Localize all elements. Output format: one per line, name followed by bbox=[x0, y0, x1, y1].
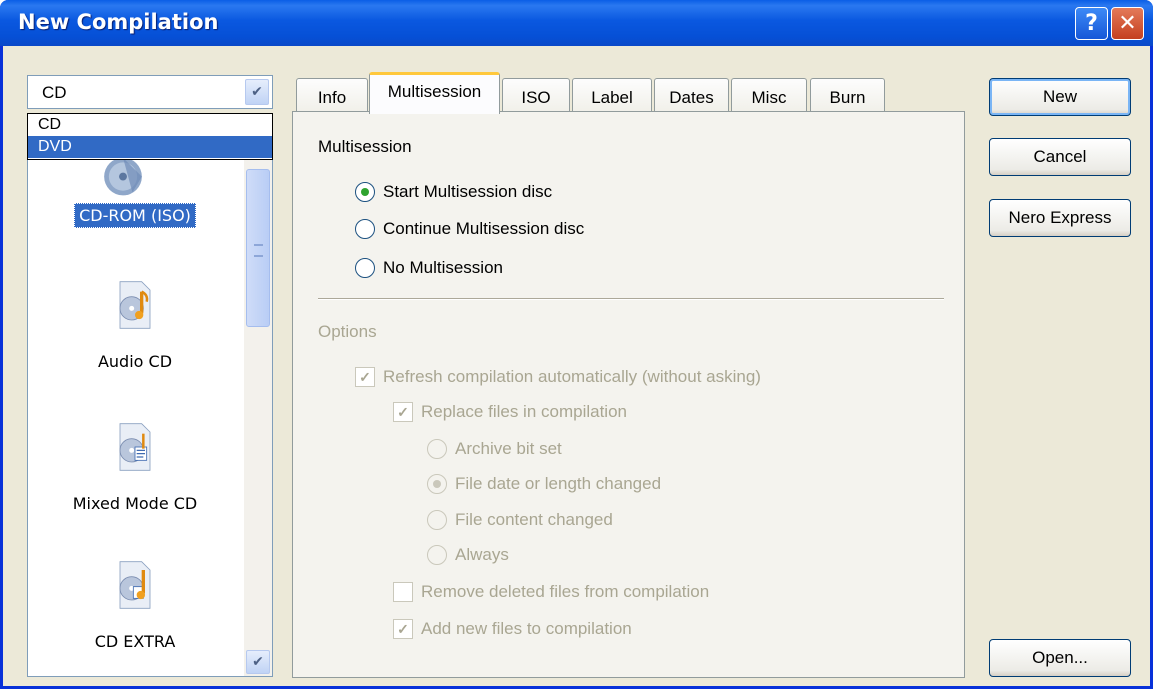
radio-label: Start Multisession disc bbox=[383, 182, 553, 201]
start-multisession-radio[interactable]: Start Multisession disc bbox=[355, 182, 552, 202]
group-divider bbox=[318, 298, 944, 300]
multisession-panel: Multisession Start Multisession disc Con… bbox=[292, 111, 965, 678]
checkbox-indicator bbox=[393, 582, 413, 602]
help-icon: ? bbox=[1085, 11, 1098, 36]
no-multisession-radio[interactable]: No Multisession bbox=[355, 258, 503, 278]
archive-bit-radio[interactable]: Archive bit set bbox=[427, 439, 562, 459]
continue-multisession-radio[interactable]: Continue Multisession disc bbox=[355, 219, 584, 239]
help-button[interactable]: ? bbox=[1075, 7, 1108, 40]
checkbox-indicator: ✓ bbox=[393, 619, 413, 639]
tab-misc[interactable]: Misc bbox=[731, 78, 807, 114]
tab-info[interactable]: Info bbox=[296, 78, 368, 114]
radio-indicator bbox=[355, 258, 375, 278]
radio-label: File date or length changed bbox=[455, 474, 662, 493]
options-group-label: Options bbox=[318, 322, 377, 341]
new-button[interactable]: New bbox=[989, 78, 1131, 116]
multisession-group-label: Multisession bbox=[318, 137, 412, 156]
radio-indicator bbox=[427, 439, 447, 459]
radio-label: Continue Multisession disc bbox=[383, 219, 585, 238]
tab-dates[interactable]: Dates bbox=[654, 78, 729, 114]
radio-label: Archive bit set bbox=[455, 439, 562, 458]
checkbox-label: Replace files in compilation bbox=[421, 402, 627, 421]
list-item-label: CD-ROM (ISO) bbox=[74, 203, 196, 228]
file-content-radio[interactable]: File content changed bbox=[427, 510, 613, 530]
replace-files-checkbox[interactable]: ✓ Replace files in compilation bbox=[393, 402, 627, 422]
checkbox-indicator: ✓ bbox=[393, 402, 413, 422]
compilation-type-list[interactable]: CD-ROM (ISO) Audio CD Mixed Mode CD CD E… bbox=[27, 113, 273, 677]
list-item-label: Audio CD bbox=[97, 352, 173, 371]
list-item-mixed-mode-cd[interactable]: Mixed Mode CD bbox=[28, 416, 242, 526]
disc-type-dropdown: CD DVD bbox=[27, 113, 273, 160]
close-icon: ✕ bbox=[1118, 11, 1137, 36]
open-button[interactable]: Open... bbox=[989, 639, 1131, 677]
mixed-mode-cd-icon bbox=[119, 423, 151, 471]
cd-extra-icon bbox=[119, 561, 151, 609]
title-bar[interactable]: New Compilation ? ✕ bbox=[0, 0, 1153, 46]
dropdown-option-dvd[interactable]: DVD bbox=[28, 136, 272, 158]
tab-multisession[interactable]: Multisession bbox=[369, 72, 500, 114]
close-button[interactable]: ✕ bbox=[1111, 7, 1144, 40]
disc-type-select[interactable]: CD ✔ bbox=[27, 75, 273, 109]
tab-burn[interactable]: Burn bbox=[810, 78, 885, 114]
radio-label: Always bbox=[455, 545, 509, 564]
radio-indicator bbox=[427, 510, 447, 530]
list-item-label: CD EXTRA bbox=[94, 632, 176, 651]
disc-type-value: CD bbox=[42, 83, 67, 102]
audio-cd-icon bbox=[119, 281, 151, 329]
scrollbar-thumb[interactable] bbox=[246, 169, 270, 327]
tab-iso[interactable]: ISO bbox=[502, 78, 570, 114]
radio-indicator bbox=[355, 219, 375, 239]
scroll-down-button[interactable]: ✔ bbox=[246, 650, 270, 674]
radio-label: No Multisession bbox=[383, 258, 503, 277]
nero-express-button[interactable]: Nero Express bbox=[989, 199, 1131, 237]
checkbox-indicator: ✓ bbox=[355, 367, 375, 387]
dropdown-option-cd[interactable]: CD bbox=[28, 114, 272, 136]
radio-indicator bbox=[427, 474, 447, 494]
list-item-audio-cd[interactable]: Audio CD bbox=[28, 274, 242, 384]
remove-deleted-checkbox[interactable]: Remove deleted files from compilation bbox=[393, 582, 709, 602]
chevron-down-icon: ✔ bbox=[251, 84, 263, 100]
checkbox-label: Remove deleted files from compilation bbox=[421, 582, 710, 601]
radio-label: File content changed bbox=[455, 510, 613, 529]
tab-label[interactable]: Label bbox=[572, 78, 652, 114]
list-scrollbar[interactable]: ✔ bbox=[244, 114, 272, 676]
checkbox-label: Add new files to compilation bbox=[421, 619, 632, 638]
radio-indicator bbox=[427, 545, 447, 565]
always-radio[interactable]: Always bbox=[427, 545, 509, 565]
file-date-length-radio[interactable]: File date or length changed bbox=[427, 474, 661, 494]
list-item-cd-extra[interactable]: CD EXTRA bbox=[28, 554, 242, 664]
list-item-label: Mixed Mode CD bbox=[72, 494, 198, 513]
radio-indicator bbox=[355, 182, 375, 202]
add-new-files-checkbox[interactable]: ✓ Add new files to compilation bbox=[393, 619, 632, 639]
refresh-compilation-checkbox[interactable]: ✓ Refresh compilation automatically (wit… bbox=[355, 367, 761, 387]
cancel-button[interactable]: Cancel bbox=[989, 138, 1131, 176]
window-title: New Compilation bbox=[18, 10, 219, 34]
dropdown-arrow-button[interactable]: ✔ bbox=[245, 79, 269, 105]
checkbox-label: Refresh compilation automatically (witho… bbox=[383, 367, 761, 386]
chevron-down-icon: ✔ bbox=[252, 654, 264, 670]
